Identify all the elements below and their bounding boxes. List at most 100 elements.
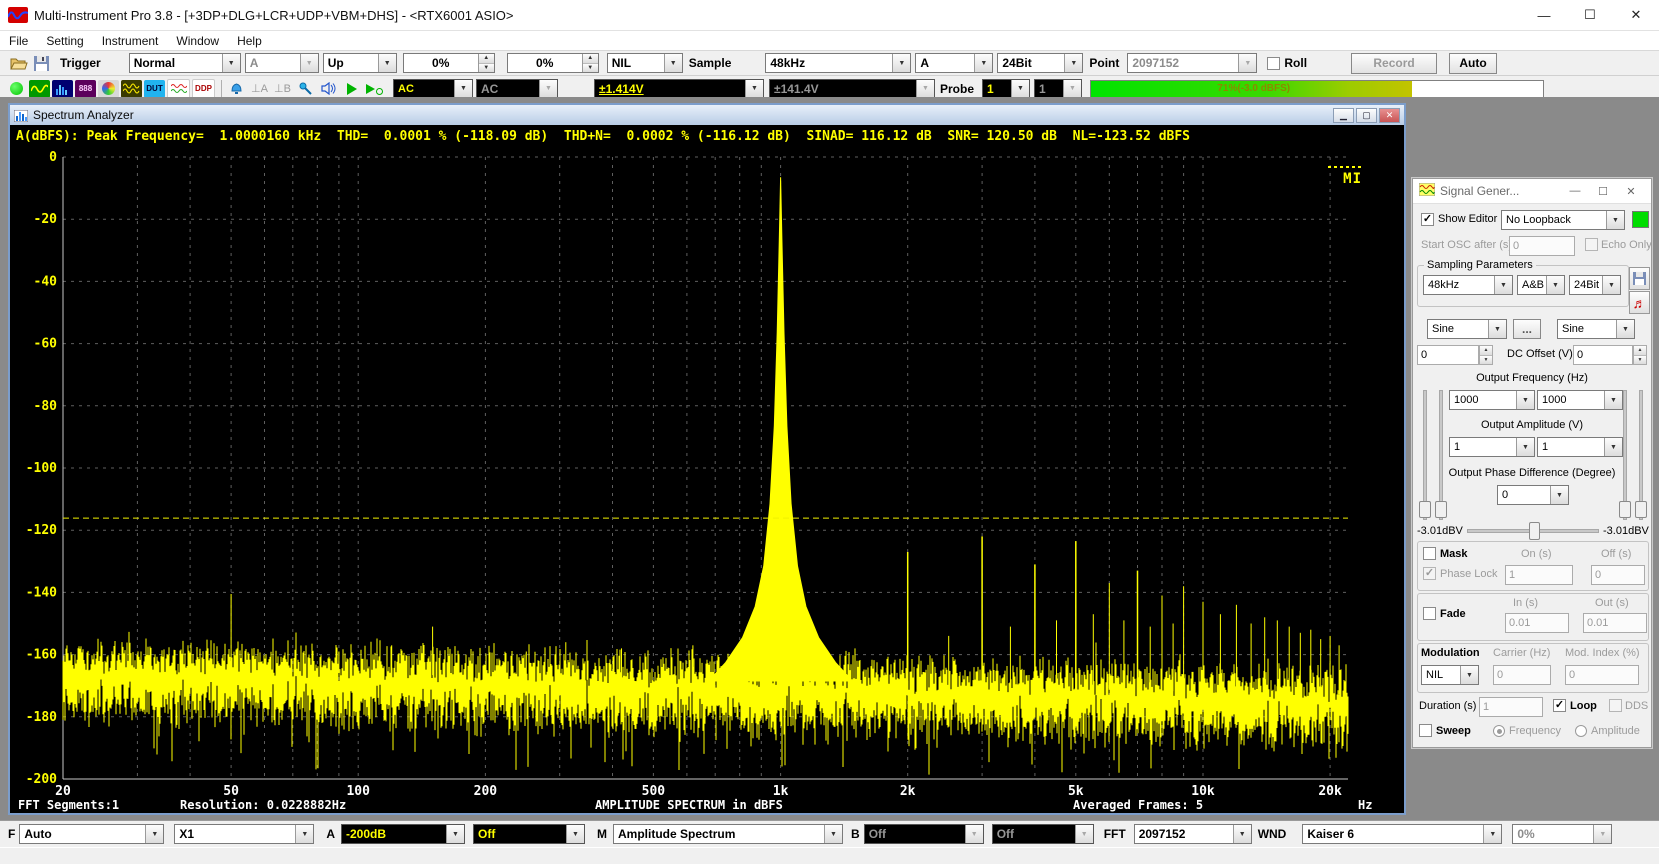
range-b-display-select[interactable]: Off <box>864 824 984 844</box>
freq-b-select[interactable]: 1000 <box>1537 390 1623 410</box>
spectrum-plot-area[interactable]: 0-20-40-60-80-100-120-140-160-180-200205… <box>10 147 1404 799</box>
level-slider-b2[interactable] <box>1635 390 1645 520</box>
save-signal-button[interactable] <box>1629 267 1650 290</box>
points-select[interactable]: 2097152 <box>1127 53 1257 73</box>
signal-generator-icon[interactable] <box>121 80 142 98</box>
derived-data-point-icon[interactable]: DDP <box>192 79 215 99</box>
wave-a-select[interactable]: Sine <box>1427 319 1507 339</box>
range-b-select[interactable]: ±141.4V <box>769 79 935 99</box>
amp-b-select[interactable]: 1 <box>1537 437 1623 457</box>
mod-index-input[interactable]: 0 <box>1565 665 1639 685</box>
carrier-input[interactable]: 0 <box>1493 665 1551 685</box>
window-close-button[interactable]: ✕ <box>1379 108 1400 123</box>
device-test-plan-icon[interactable]: DUT <box>144 80 165 98</box>
freq-axis-select[interactable]: Auto <box>19 824 164 844</box>
marker-a-icon[interactable]: ⊥A <box>249 80 270 98</box>
phase-lock-checkbox[interactable] <box>1423 567 1436 580</box>
spectrum-analyzer-titlebar[interactable]: Spectrum Analyzer ▁ ▢ ✕ <box>10 105 1404 125</box>
trigger-delay-stepper[interactable]: 0% ▲▼ <box>507 53 599 73</box>
overlap-select[interactable]: 0% <box>1512 824 1612 844</box>
modulation-select[interactable]: NIL <box>1421 665 1479 685</box>
window-close-button[interactable]: ✕ <box>1617 185 1645 198</box>
sample-channel-select[interactable]: A <box>915 53 993 73</box>
level-slider-a1[interactable] <box>1419 390 1429 520</box>
amp-a-select[interactable]: 1 <box>1449 437 1535 457</box>
sweep-frequency-radio[interactable] <box>1493 725 1505 737</box>
window-maximize-button[interactable]: ☐ <box>1589 185 1617 198</box>
ref-b-select[interactable]: Off <box>992 824 1094 844</box>
save-icon[interactable] <box>31 54 52 72</box>
probe-b-select[interactable]: 1 <box>1034 79 1082 99</box>
fft-size-select[interactable]: 2097152 <box>1134 824 1252 844</box>
coupling-b-select[interactable]: AC <box>476 79 558 99</box>
duration-input[interactable]: 1 <box>1479 697 1543 717</box>
coupling-a-select[interactable]: AC <box>393 79 473 99</box>
run-stop-button[interactable] <box>6 80 27 98</box>
show-editor-checkbox[interactable] <box>1421 213 1434 226</box>
range-a-display-select[interactable]: -200dB <box>341 824 465 844</box>
fade-in-input[interactable]: 0.01 <box>1505 613 1569 633</box>
sample-rate-select[interactable]: 48kHz <box>765 53 911 73</box>
freq-a-select[interactable]: 1000 <box>1449 390 1535 410</box>
gen-bits-select[interactable]: 24Bit <box>1569 275 1621 295</box>
mask-on-input[interactable]: 1 <box>1505 565 1573 585</box>
loop-checkbox[interactable] <box>1553 699 1566 712</box>
start-osc-input[interactable]: 0 <box>1509 236 1575 256</box>
speaker-icon[interactable] <box>318 80 339 98</box>
loopback-select[interactable]: No Loopback <box>1501 210 1625 230</box>
zoom-select[interactable]: X1 <box>174 824 314 844</box>
bit-depth-select[interactable]: 24Bit <box>997 53 1083 73</box>
gen-sample-rate-select[interactable]: 48kHz <box>1423 275 1513 295</box>
window-minimize-button[interactable]: ▁ <box>1333 108 1354 123</box>
dds-checkbox[interactable] <box>1609 699 1622 712</box>
marker-b-icon[interactable]: ⊥B <box>272 80 293 98</box>
app-minimize-button[interactable]: — <box>1521 0 1567 30</box>
wave-b-select[interactable]: Sine <box>1557 319 1635 339</box>
sweep-checkbox[interactable] <box>1419 724 1432 737</box>
wave-editor-button[interactable]: ... <box>1513 319 1541 339</box>
trigger-source-select[interactable]: A <box>245 53 319 73</box>
window-function-select[interactable]: Kaiser 6 <box>1302 824 1502 844</box>
trigger-hpf-select[interactable]: NIL <box>607 53 683 73</box>
app-maximize-button[interactable]: ☐ <box>1567 0 1613 30</box>
auto-button[interactable]: Auto <box>1449 53 1497 74</box>
phase-select[interactable]: 0 <box>1497 485 1569 505</box>
ref-a-select[interactable]: Off <box>473 824 585 844</box>
sweep-amplitude-radio[interactable] <box>1575 725 1587 737</box>
play-icon[interactable] <box>341 80 362 98</box>
app-close-button[interactable]: ✕ <box>1613 0 1659 30</box>
spectrum-mode-select[interactable]: Amplitude Spectrum <box>613 824 843 844</box>
bell-icon[interactable] <box>226 80 247 98</box>
spectrum-analyzer-icon[interactable] <box>52 80 73 98</box>
window-maximize-button[interactable]: ▢ <box>1356 108 1377 123</box>
gen-channels-select[interactable]: A&B <box>1517 275 1565 295</box>
dc-offset-b-input[interactable]: 0 <box>1573 345 1633 365</box>
mask-off-input[interactable]: 0 <box>1591 565 1645 585</box>
roll-checkbox[interactable]: Roll <box>1267 56 1307 70</box>
probe-a-select[interactable]: 1 <box>982 79 1030 99</box>
spectrum-plot[interactable]: 0-20-40-60-80-100-120-140-160-180-200205… <box>10 147 1404 799</box>
multimeter-icon[interactable]: 888 <box>75 80 96 98</box>
oscilloscope-icon[interactable] <box>29 80 50 98</box>
open-file-icon[interactable] <box>8 54 29 72</box>
range-a-select[interactable]: ±1.414V <box>594 79 764 99</box>
balance-slider[interactable] <box>1467 522 1599 538</box>
level-slider-b1[interactable] <box>1619 390 1629 520</box>
trigger-mode-select[interactable]: Normal <box>129 53 241 73</box>
trigger-level-stepper[interactable]: 0% ▲▼ <box>403 53 495 73</box>
dc-offset-b-stepper[interactable]: ▲▼ <box>1633 345 1647 365</box>
mask-checkbox[interactable] <box>1423 547 1436 560</box>
trigger-edge-select[interactable]: Up <box>323 53 397 73</box>
signal-generator-titlebar[interactable]: Signal Gener... — ☐ ✕ <box>1413 179 1651 204</box>
derived-data-curve-icon[interactable] <box>167 79 190 99</box>
menu-instrument[interactable]: Instrument <box>93 34 168 48</box>
fade-checkbox[interactable] <box>1423 607 1436 620</box>
fade-out-input[interactable]: 0.01 <box>1583 613 1647 633</box>
menu-setting[interactable]: Setting <box>37 34 92 48</box>
generator-run-button[interactable] <box>1632 211 1649 228</box>
music-note-button[interactable]: ♬ <box>1629 291 1650 314</box>
spectrum-3d-plot-icon[interactable] <box>98 80 119 98</box>
dc-offset-a-input[interactable]: 0 <box>1417 345 1479 365</box>
microphone-calibration-icon[interactable] <box>295 80 316 98</box>
play-record-icon[interactable] <box>364 80 385 98</box>
